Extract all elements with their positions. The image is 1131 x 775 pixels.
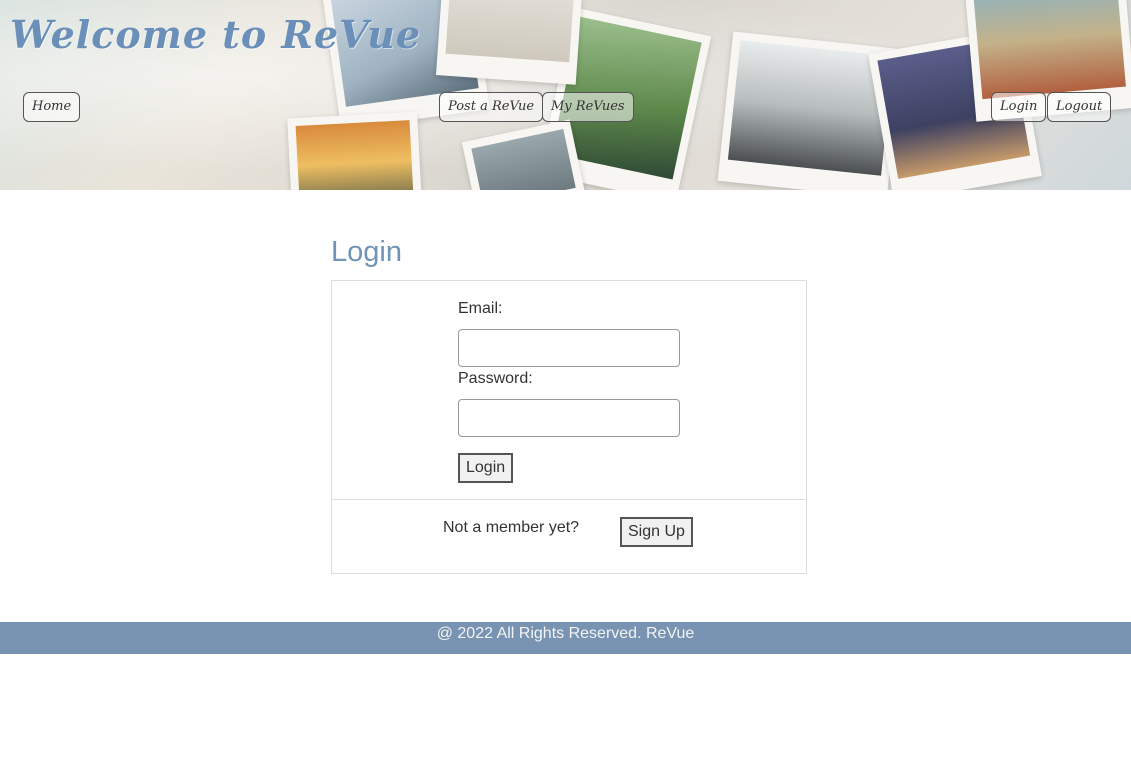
page-title: Login <box>331 236 402 268</box>
password-label: Password: <box>458 370 533 387</box>
site-title: Welcome to ReVue <box>10 12 422 57</box>
signup-section: Not a member yet? Sign Up <box>331 499 807 574</box>
nav-home-button[interactable]: Home <box>23 92 81 122</box>
banner-photo <box>461 119 589 190</box>
sign-up-button[interactable]: Sign Up <box>620 517 693 547</box>
email-field[interactable] <box>458 329 680 367</box>
nav-post-revue-button[interactable]: Post a ReVue <box>439 92 544 122</box>
email-label: Email: <box>458 300 503 317</box>
nav-my-revues-button[interactable]: My ReVues <box>542 92 634 122</box>
signup-prompt: Not a member yet? <box>443 519 580 536</box>
login-submit-button[interactable]: Login <box>458 453 514 483</box>
nav-logout-button[interactable]: Logout <box>1047 92 1112 122</box>
header-banner: Welcome to ReVue Home Post a ReVue My Re… <box>0 0 1131 190</box>
banner-photo <box>287 111 423 190</box>
footer: @ 2022 All Rights Reserved. ReVue <box>0 622 1131 654</box>
password-field[interactable] <box>458 399 680 437</box>
copyright-text: @ 2022 All Rights Reserved. ReVue <box>436 625 695 642</box>
login-form: Email: Password: Login <box>331 280 807 500</box>
nav-login-button[interactable]: Login <box>991 92 1047 122</box>
banner-photo <box>435 0 585 85</box>
